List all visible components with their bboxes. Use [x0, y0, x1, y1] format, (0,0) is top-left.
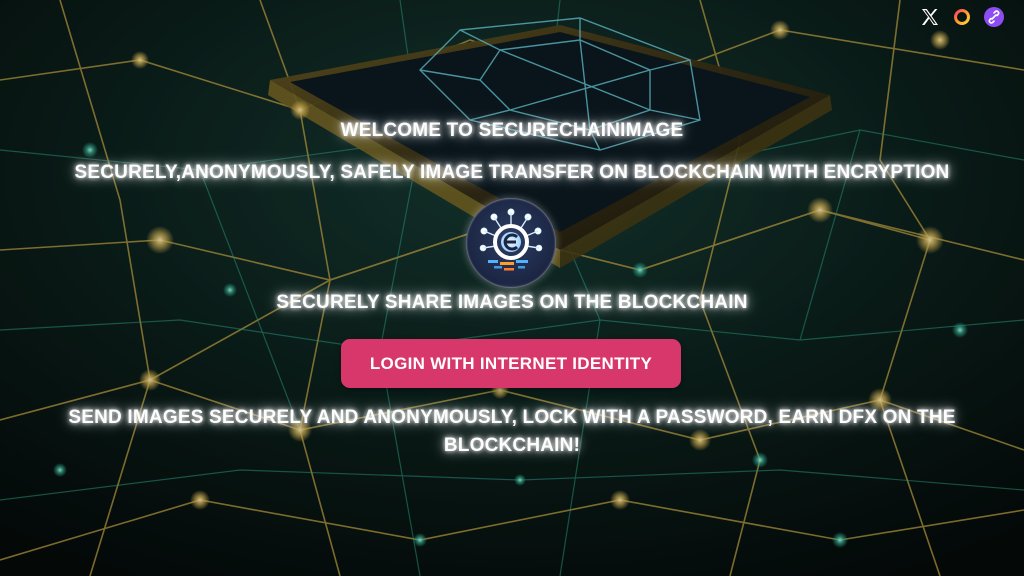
- subtitle-text: SECURELY,ANONYMOUSLY, SAFELY IMAGE TRANS…: [74, 162, 950, 183]
- share-heading: SECURELY SHARE IMAGES ON THE BLOCKCHAIN: [276, 292, 748, 313]
- login-internet-identity-button[interactable]: LOGIN WITH INTERNET IDENTITY: [341, 339, 681, 388]
- welcome-heading: WELCOME TO SECURECHAINIMAGE: [340, 120, 684, 141]
- securechainimage-logo-icon: [466, 198, 556, 288]
- cta-description: SEND IMAGES SECURELY AND ANONYMOUSLY, LO…: [68, 407, 956, 456]
- main-content: WELCOME TO SECURECHAINIMAGE SECURELY,ANO…: [0, 0, 1024, 576]
